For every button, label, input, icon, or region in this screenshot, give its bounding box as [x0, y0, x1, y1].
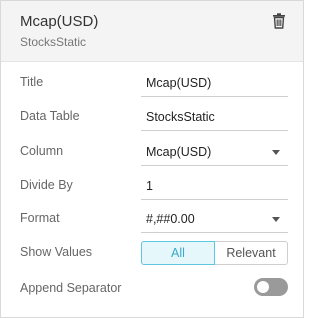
column-row: Column Mcap(USD): [1, 135, 303, 169]
data-table-field: StocksStatic: [141, 102, 288, 131]
data-table-value: StocksStatic: [146, 110, 215, 124]
format-label: Format: [20, 211, 60, 225]
title-row: Title Mcap(USD): [1, 66, 303, 100]
trash-icon[interactable]: [272, 13, 286, 29]
show-values-label: Show Values: [20, 245, 93, 259]
divide-by-row: Divide By 1: [1, 169, 303, 203]
title-label: Title: [20, 75, 44, 89]
divide-by-label: Divide By: [20, 178, 73, 192]
show-values-segmented-control: All Relevant: [141, 241, 288, 265]
divide-by-input[interactable]: 1: [141, 171, 288, 200]
divide-by-value: 1: [146, 179, 153, 193]
column-label: Column: [20, 144, 64, 158]
chevron-down-icon: [272, 150, 280, 155]
data-table-label: Data Table: [20, 109, 80, 123]
append-separator-label: Append Separator: [20, 281, 122, 295]
column-value: Mcap(USD): [146, 145, 212, 159]
title-input[interactable]: Mcap(USD): [141, 68, 288, 97]
format-dropdown[interactable]: #,##0.00: [141, 204, 288, 233]
chevron-down-icon: [272, 217, 280, 222]
data-table-row: Data Table StocksStatic: [1, 100, 303, 134]
column-settings-panel: Mcap(USD) StocksStatic Title Mcap(USD) D…: [0, 0, 304, 318]
show-values-row: Show Values All Relevant: [1, 238, 303, 272]
show-values-relevant-button[interactable]: Relevant: [215, 241, 288, 265]
show-values-all-button[interactable]: All: [141, 241, 215, 265]
column-dropdown[interactable]: Mcap(USD): [141, 137, 288, 166]
format-row: Format #,##0.00: [1, 202, 303, 236]
append-separator-row: Append Separator: [1, 273, 303, 307]
title-value: Mcap(USD): [146, 76, 212, 90]
append-separator-toggle[interactable]: [254, 278, 288, 296]
toggle-knob: [257, 281, 269, 293]
panel-header: Mcap(USD) StocksStatic: [1, 1, 303, 62]
panel-title: Mcap(USD): [20, 13, 99, 30]
panel-subtitle: StocksStatic: [20, 35, 87, 49]
format-value: #,##0.00: [146, 212, 195, 226]
